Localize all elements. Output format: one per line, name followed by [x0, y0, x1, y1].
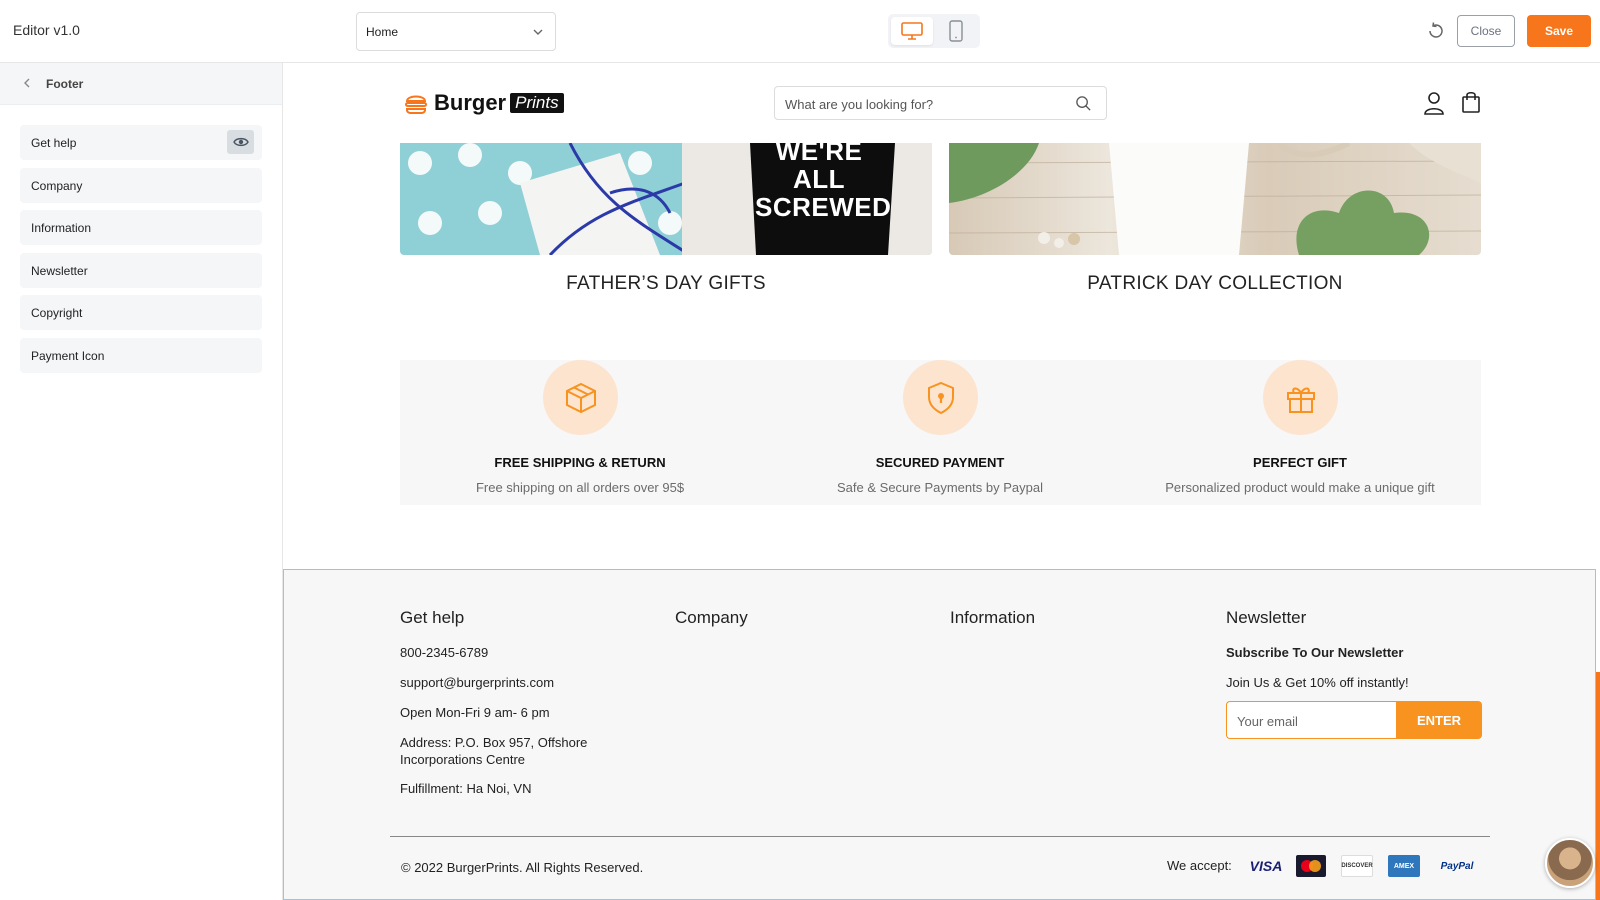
newsletter-email-input[interactable]: Your email: [1226, 701, 1396, 739]
amex-icon: AMEX: [1388, 855, 1420, 877]
burger-logo-icon: [405, 95, 427, 114]
mobile-view-button[interactable]: [935, 17, 977, 45]
preview-canvas: Burger Prints What are you looking for? …: [283, 63, 1600, 900]
device-toggle: [888, 14, 980, 48]
mastercard-circles: [1301, 860, 1321, 872]
feature-title: PERFECT GIFT: [1253, 455, 1347, 470]
editor-topbar: Editor v1.0 Home Close Save: [0, 0, 1600, 63]
discover-icon: DISCOVER: [1341, 855, 1373, 877]
sidebar-header: Footer: [0, 63, 282, 105]
chat-avatar[interactable]: [1545, 838, 1595, 888]
newsletter-enter-button[interactable]: ENTER: [1396, 701, 1482, 739]
sidebar-item-label: Newsletter: [31, 263, 88, 278]
footer-newsletter-title: Newsletter: [1226, 608, 1307, 627]
newsletter-subtitle: Subscribe To Our Newsletter: [1226, 645, 1404, 660]
gift-icon: [1286, 387, 1315, 413]
shopping-bag-icon[interactable]: [1461, 90, 1481, 114]
eye-icon: [232, 137, 249, 147]
fathers-day-banner-image[interactable]: [400, 143, 932, 255]
store-logo[interactable]: Burger Prints: [404, 89, 564, 117]
sidebar: Footer Get help Company Information News…: [0, 63, 283, 900]
footer-divider: [390, 836, 1490, 837]
app-title: Editor v1.0: [13, 22, 80, 38]
feature-icon-circle: [543, 360, 618, 435]
save-button[interactable]: Save: [1527, 15, 1591, 47]
feature-icon-circle: [903, 360, 978, 435]
footer-copyright: © 2022 BurgerPrints. All Rights Reserved…: [401, 860, 644, 875]
footer-section[interactable]: Get help 800-2345-6789 support@burgerpri…: [283, 569, 1596, 900]
desktop-view-button[interactable]: [891, 17, 933, 45]
email-placeholder: Your email: [1237, 714, 1298, 729]
logo-prints: Prints: [510, 93, 564, 113]
visa-text: VISA: [1249, 858, 1283, 874]
store-search-input[interactable]: What are you looking for?: [774, 86, 1107, 120]
desktop-icon: [901, 22, 923, 40]
visa-icon: VISA: [1249, 855, 1283, 877]
newsletter-promo: Join Us & Get 10% off instantly!: [1226, 675, 1409, 690]
patrick-day-image: [949, 143, 1481, 255]
chevron-left-icon[interactable]: [20, 76, 34, 90]
sidebar-item-copyright[interactable]: Copyright: [20, 295, 262, 330]
page-select-value: Home: [366, 25, 399, 39]
feature-desc: Safe & Secure Payments by Paypal: [837, 480, 1043, 495]
scrollbar-accent[interactable]: [1596, 672, 1600, 900]
mobile-icon: [949, 20, 963, 42]
footer-get-help-title: Get help: [400, 608, 465, 627]
sidebar-item-label: Get help: [31, 136, 77, 150]
footer-fulfillment: Fulfillment: Ha Noi, VN: [400, 781, 532, 796]
footer-address-line-2: Incorporations Centre: [400, 752, 526, 767]
discover-text: DISCOVER: [1341, 863, 1373, 869]
feature-desc: Free shipping on all orders over 95$: [475, 480, 685, 495]
sidebar-item-information[interactable]: Information: [20, 210, 262, 245]
footer-phone[interactable]: 800-2345-6789: [400, 645, 488, 660]
sidebar-item-label: Company: [31, 178, 83, 193]
sidebar-item-newsletter[interactable]: Newsletter: [20, 252, 262, 288]
footer-company-title: Company: [675, 608, 748, 627]
patrick-day-title[interactable]: PATRICK DAY COLLECTION: [949, 273, 1481, 295]
sidebar-item-label: Payment Icon: [31, 348, 105, 363]
store-header: Burger Prints What are you looking for?: [283, 63, 1600, 143]
feature-title: SECURED PAYMENT: [875, 455, 1005, 470]
features-section: FREE SHIPPING & RETURN Free shipping on …: [400, 360, 1481, 505]
feature-icon-circle: [1263, 360, 1338, 435]
box-icon: [565, 382, 596, 413]
sidebar-item-label: Information: [31, 221, 92, 235]
sidebar-item-payment-icon[interactable]: Payment Icon: [20, 337, 262, 373]
fathers-day-title[interactable]: FATHER’S DAY GIFTS: [400, 273, 932, 295]
page-select[interactable]: Home: [356, 12, 556, 51]
footer-address-line-1: Address: P.O. Box 957, Offshore: [400, 735, 588, 750]
close-button[interactable]: Close: [1457, 15, 1515, 47]
sidebar-item-company[interactable]: Company: [20, 167, 262, 203]
user-icon[interactable]: [1423, 91, 1445, 115]
mastercard-icon: [1296, 855, 1326, 877]
footer-hours: Open Mon-Fri 9 am- 6 pm: [400, 705, 550, 720]
footer-information-title: Information: [950, 608, 1036, 627]
search-icon[interactable]: [1075, 95, 1092, 112]
logo-word: Burger: [434, 90, 507, 115]
sidebar-list: Get help Company Information Newsletter …: [20, 125, 262, 380]
reset-icon[interactable]: [1425, 20, 1447, 42]
chevron-down-icon: [533, 29, 543, 35]
paypal-icon: PayPal: [1436, 855, 1478, 877]
search-placeholder: What are you looking for?: [785, 97, 934, 112]
sidebar-title: Footer: [46, 77, 84, 91]
sidebar-item-get-help[interactable]: Get help: [20, 125, 262, 160]
feature-title: FREE SHIPPING & RETURN: [494, 455, 666, 470]
shield-icon: [927, 381, 954, 414]
feature-desc: Personalized product would make a unique…: [1165, 480, 1435, 495]
paypal-text: PayPal: [1440, 860, 1474, 872]
patrick-day-banner-image[interactable]: [949, 143, 1481, 255]
fathers-day-image: [400, 143, 932, 255]
amex-text: AMEX: [1393, 862, 1415, 870]
visibility-toggle[interactable]: [227, 130, 254, 154]
we-accept-label: We accept:: [1167, 858, 1232, 873]
footer-email[interactable]: support@burgerprints.com: [400, 675, 554, 690]
sidebar-item-label: Copyright: [31, 306, 83, 320]
